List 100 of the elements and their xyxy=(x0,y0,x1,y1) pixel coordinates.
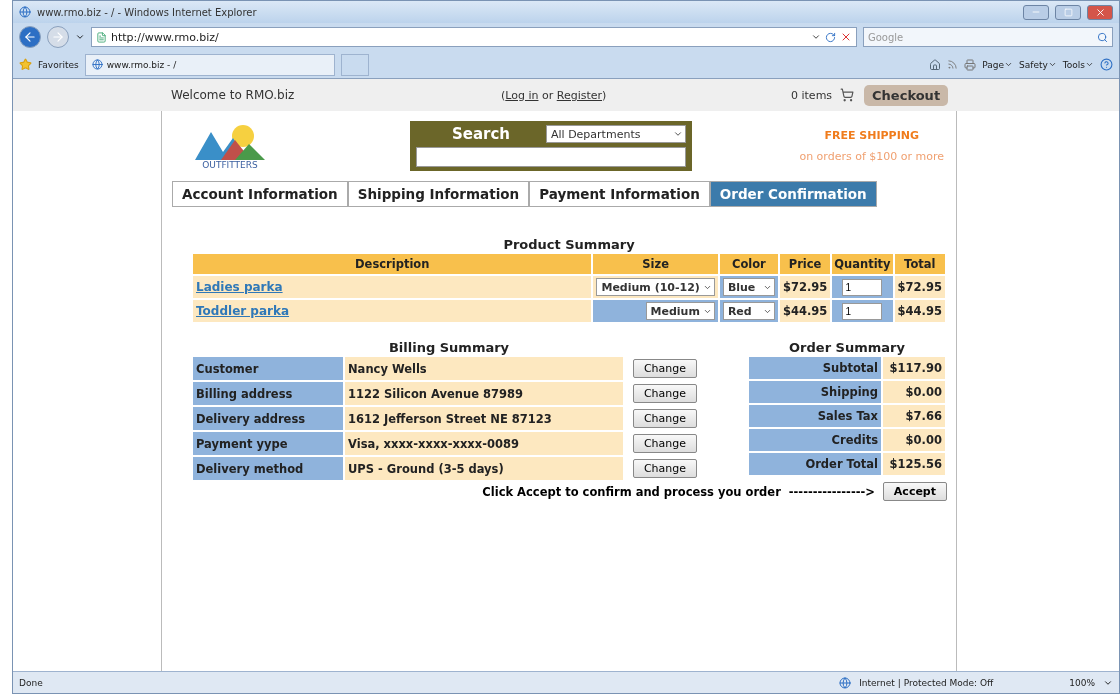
table-cell: 1612 Jefferson Street NE 87123 xyxy=(345,407,623,430)
table-cell: Customer xyxy=(193,357,343,380)
arrow-text: ----------------> xyxy=(788,484,875,499)
window-title: www.rmo.biz - / - Windows Internet Explorer xyxy=(37,6,258,18)
accept-button[interactable]: Accept xyxy=(882,482,947,501)
caret-icon xyxy=(1085,60,1094,69)
change-button[interactable]: Change xyxy=(632,434,698,453)
tab[interactable]: Payment Information xyxy=(529,181,710,207)
history-dropdown-icon[interactable] xyxy=(75,32,85,42)
command-menu[interactable]: Safety xyxy=(1019,59,1057,70)
zone-text: Internet | Protected Mode: Off xyxy=(859,677,994,688)
parenthesis: ( xyxy=(501,88,506,102)
search-icon[interactable] xyxy=(1097,31,1108,43)
quantity-field[interactable]: 1 xyxy=(842,278,883,296)
status-text: Done xyxy=(19,677,43,688)
forward-icon xyxy=(51,30,65,44)
change-button[interactable]: Change xyxy=(632,384,698,403)
home-icon[interactable] xyxy=(929,58,942,71)
caret-icon xyxy=(1004,60,1014,69)
quantity-field[interactable]: 1 xyxy=(842,302,883,320)
table-cell: Billing address xyxy=(193,382,343,405)
parenthesis: ) xyxy=(602,88,607,102)
checkout-button[interactable]: Checkout xyxy=(864,84,949,106)
back-icon xyxy=(23,30,37,44)
section-title: Billing Summary xyxy=(387,340,511,355)
star-icon xyxy=(19,58,32,71)
command-menu[interactable]: Page xyxy=(982,59,1014,70)
table-cell: Nancy Wells xyxy=(345,357,623,380)
size-select[interactable]: Medium (10-12) xyxy=(596,278,715,296)
change-button[interactable]: Change xyxy=(632,359,698,378)
color-select[interactable]: Red xyxy=(722,302,775,320)
table-cell: Delivery address xyxy=(193,407,343,430)
table-cell: $72.95 xyxy=(779,276,831,298)
size-select[interactable]: Medium xyxy=(645,302,715,320)
close-icon xyxy=(1094,6,1106,18)
product-link[interactable]: Toddler parka xyxy=(196,304,290,318)
table-cell: $0.00 xyxy=(883,429,945,451)
table-cell: Subtotal xyxy=(749,357,881,379)
globe-icon xyxy=(839,676,852,689)
cart-icon[interactable] xyxy=(840,88,855,102)
dropdown-icon[interactable] xyxy=(811,32,821,42)
maximize-button[interactable] xyxy=(1055,4,1081,20)
favorites-button[interactable]: Favorites xyxy=(38,59,79,70)
search-input[interactable] xyxy=(416,147,686,167)
minimize-button[interactable] xyxy=(1023,4,1049,20)
help-icon[interactable] xyxy=(1100,58,1113,71)
caret-icon xyxy=(1047,60,1057,69)
maximize-icon xyxy=(1063,7,1073,17)
table-cell: Visa, xxxx-xxxx-xxxx-0089 xyxy=(345,432,623,455)
print-icon[interactable] xyxy=(964,58,977,71)
feed-icon[interactable] xyxy=(947,59,959,70)
table-cell: UPS - Ground (3-5 days) xyxy=(345,457,623,480)
column-header: Size xyxy=(593,254,718,274)
change-button[interactable]: Change xyxy=(632,409,698,428)
accept-prompt: Click Accept to confirm and process you order xyxy=(482,484,781,499)
column-header: Total xyxy=(894,254,945,274)
login-link[interactable]: Log in xyxy=(505,88,539,102)
refresh-icon[interactable] xyxy=(825,31,836,43)
column-header: Price xyxy=(779,254,831,274)
promo-text: on orders of $100 or more xyxy=(799,150,944,163)
zoom-button[interactable]: 100% xyxy=(1069,677,1095,688)
forward-button[interactable] xyxy=(47,26,69,48)
product-link[interactable]: Ladies parka xyxy=(196,280,283,294)
command-menu[interactable]: Tools xyxy=(1062,59,1094,70)
table-cell: $44.95 xyxy=(779,300,831,322)
or-text: or xyxy=(541,88,554,102)
address-field[interactable]: http://www.rmo.biz/ xyxy=(91,27,857,47)
register-link[interactable]: Register xyxy=(556,88,603,102)
table-cell: Order Total xyxy=(749,453,881,475)
table-cell: $72.95 xyxy=(894,276,945,298)
table-cell: Shipping xyxy=(749,381,881,403)
page-icon xyxy=(96,31,107,43)
table-cell: $117.90 xyxy=(883,357,945,379)
close-button[interactable] xyxy=(1087,4,1113,20)
table-cell: $7.66 xyxy=(883,405,945,427)
table-cell: Credits xyxy=(749,429,881,451)
caret-icon xyxy=(673,129,683,139)
color-select[interactable]: Blue xyxy=(722,278,775,296)
stop-icon[interactable] xyxy=(840,31,852,43)
table-cell: 1122 Silicon Avenue 87989 xyxy=(345,382,623,405)
browser-tab[interactable]: www.rmo.biz - / xyxy=(84,53,335,76)
section-title: Order Summary xyxy=(788,340,906,355)
table-cell: $125.56 xyxy=(883,453,945,475)
tab[interactable]: Account Information xyxy=(172,181,348,207)
search-label: Search xyxy=(450,125,512,143)
back-button[interactable] xyxy=(19,26,41,48)
welcome-text: Welcome to RMO.biz xyxy=(171,88,296,102)
column-header: Color xyxy=(719,254,778,274)
table-cell: Delivery method xyxy=(193,457,343,480)
url-text: http://www.rmo.biz/ xyxy=(111,30,219,44)
change-button[interactable]: Change xyxy=(632,459,698,478)
mountain-logo-icon xyxy=(195,122,265,160)
table-cell: Sales Tax xyxy=(749,405,881,427)
department-select[interactable]: All Departments xyxy=(546,125,686,143)
column-header: Quantity xyxy=(832,254,893,274)
section-title: Product Summary xyxy=(502,237,636,252)
tab[interactable]: Order Confirmation xyxy=(709,181,877,207)
tab[interactable]: Shipping Information xyxy=(347,181,530,207)
table-cell: $44.95 xyxy=(894,300,945,322)
column-header: Description xyxy=(193,254,592,274)
